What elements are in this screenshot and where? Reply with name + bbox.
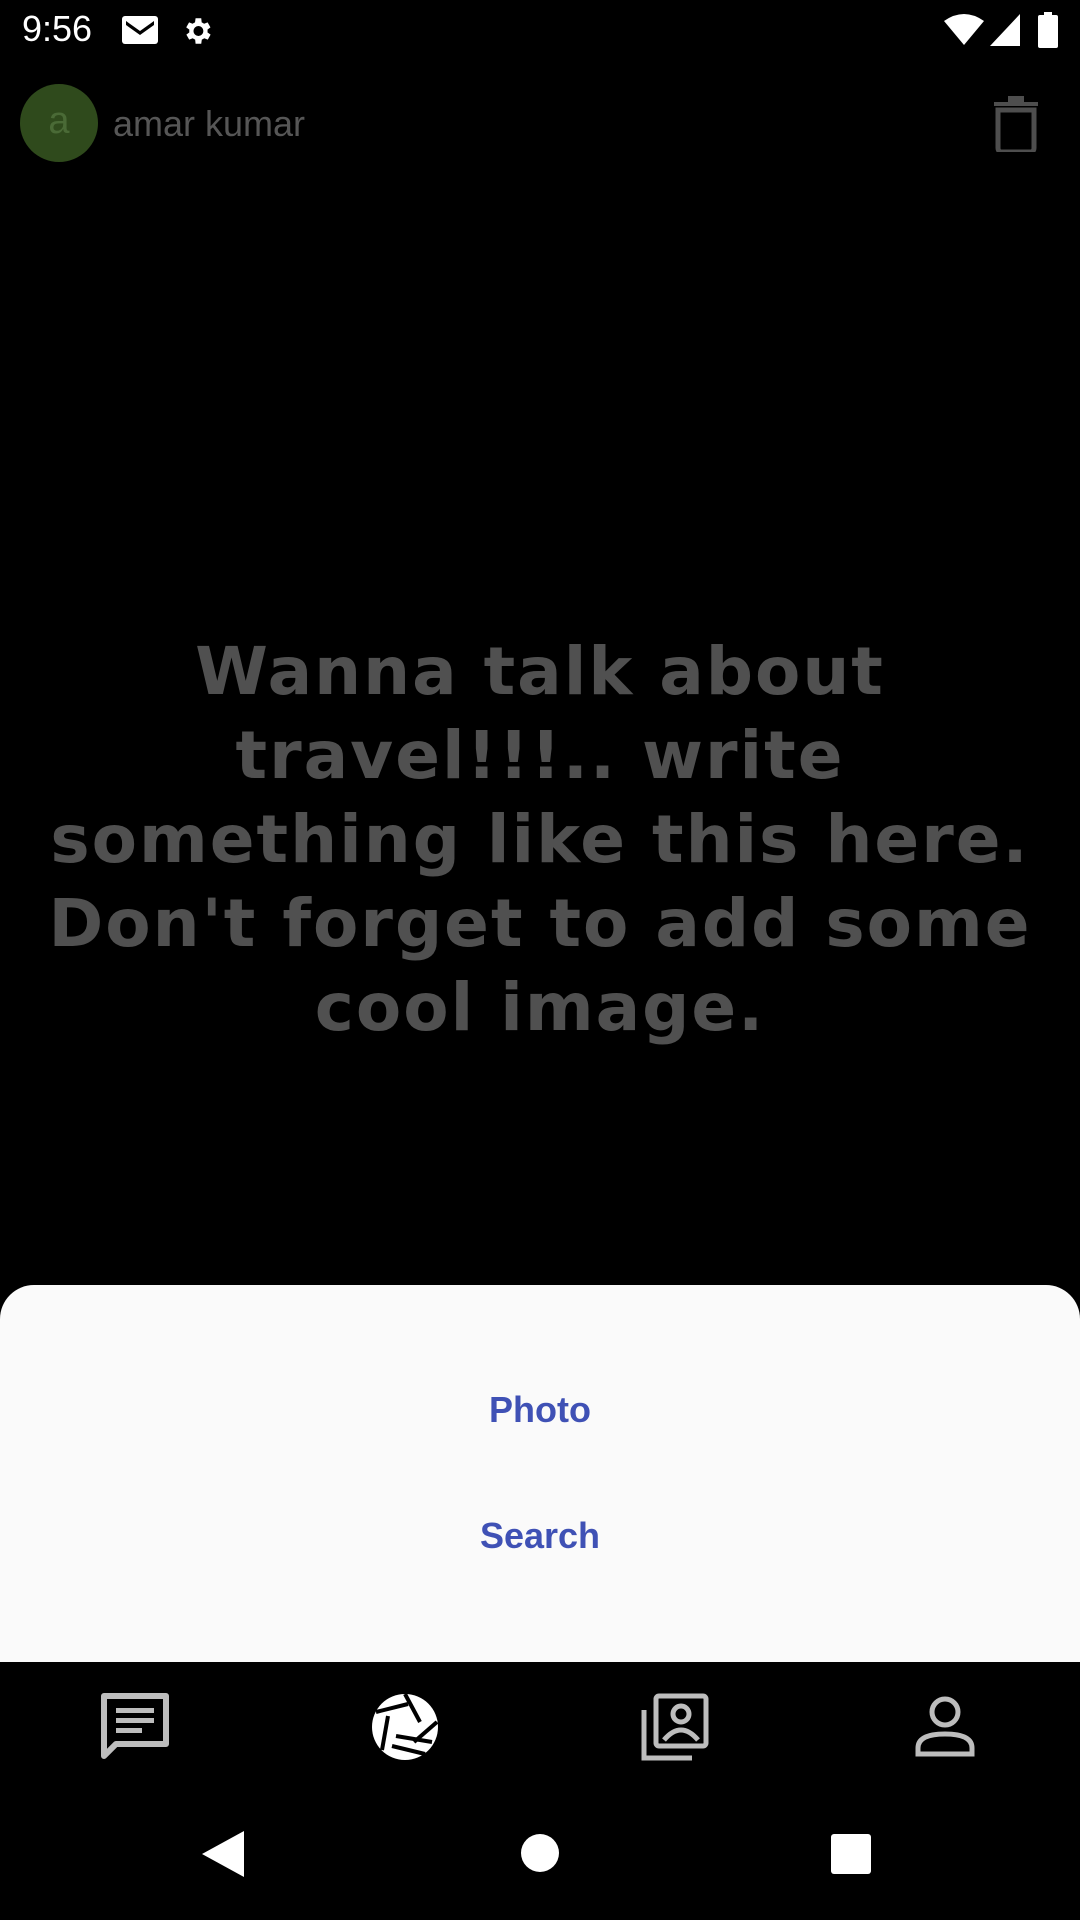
- username: amar kumar: [113, 103, 306, 144]
- gmail-icon: [122, 16, 158, 49]
- system-navigation: [0, 1786, 1080, 1920]
- status-bar: 9:56: [0, 0, 1080, 63]
- camera-aperture-icon[interactable]: [370, 1692, 440, 1762]
- recents-icon[interactable]: [831, 1834, 871, 1879]
- home-icon[interactable]: [520, 1833, 560, 1878]
- bottom-navigation: [0, 1662, 1080, 1786]
- avatar[interactable]: a: [20, 84, 98, 162]
- status-time: 9:56: [22, 8, 93, 49]
- back-icon[interactable]: [202, 1831, 244, 1882]
- wifi-icon: [944, 14, 984, 51]
- photo-album-icon[interactable]: [640, 1692, 710, 1762]
- trash-icon[interactable]: [992, 96, 1040, 157]
- search-option[interactable]: Search: [0, 1496, 1080, 1576]
- post-text-prompt[interactable]: Wanna talk about travel!!!.. write somet…: [40, 630, 1040, 1050]
- post-header: a amar kumar: [0, 63, 1080, 183]
- battery-icon: [1038, 12, 1058, 53]
- person-icon[interactable]: [910, 1692, 980, 1762]
- photo-option[interactable]: Photo: [0, 1370, 1080, 1450]
- image-source-sheet: Photo Search: [0, 1285, 1080, 1662]
- cell-signal-icon: [990, 14, 1020, 51]
- chat-icon[interactable]: [100, 1692, 170, 1762]
- settings-icon: [180, 14, 214, 53]
